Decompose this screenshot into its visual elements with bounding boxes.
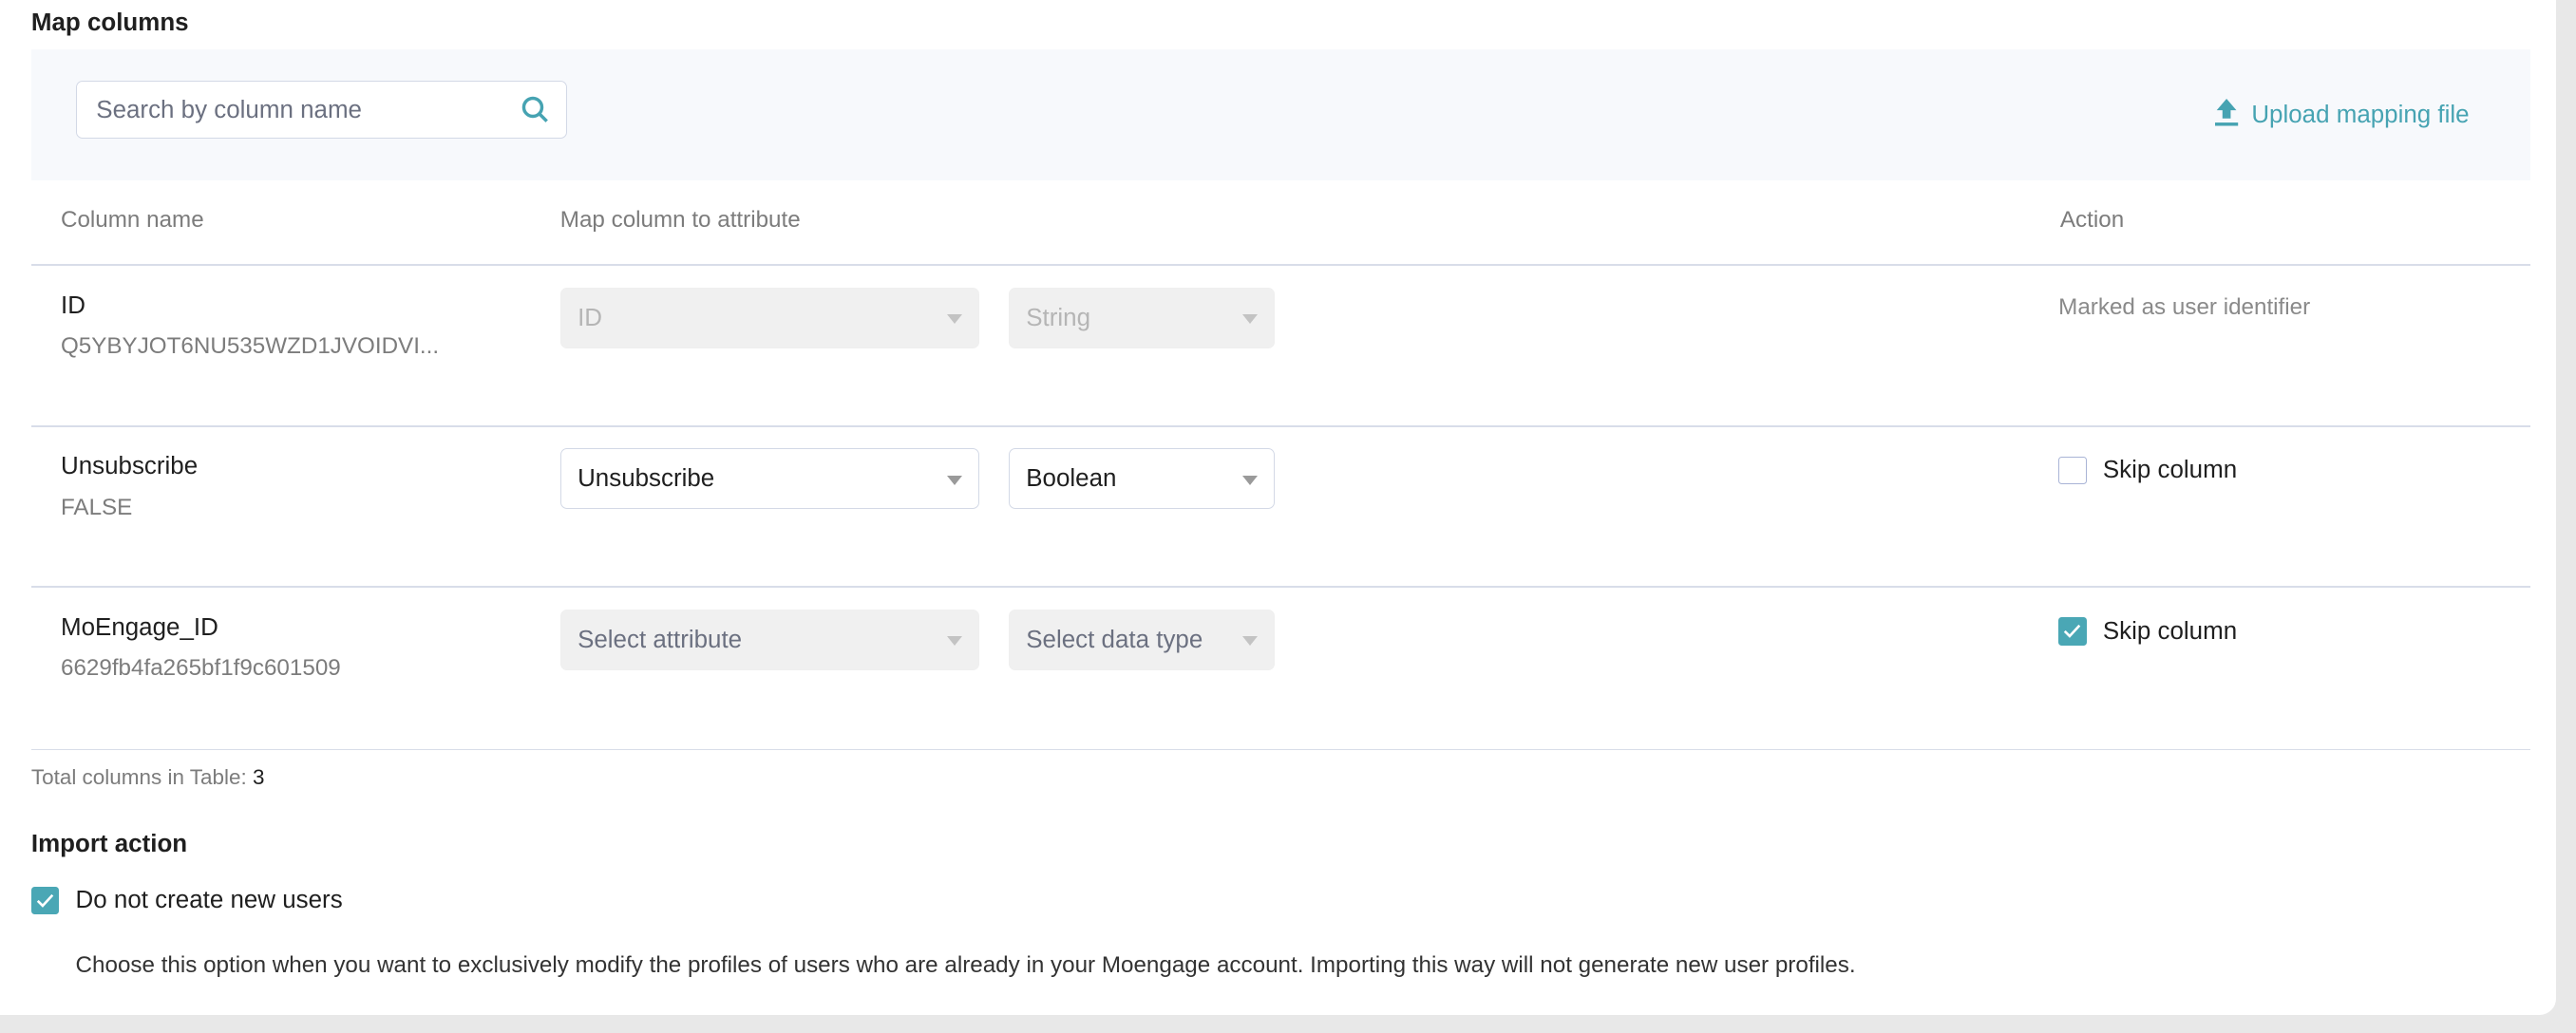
option-label: Do not create new users (76, 887, 343, 914)
check-icon (36, 893, 54, 909)
total-value: 3 (253, 765, 265, 789)
data-type-select: String (1009, 288, 1275, 348)
data-type-value: String (1026, 305, 1090, 331)
skip-column-label: Skip column (2103, 618, 2237, 646)
table-row: ID Q5YBYJOT6NU535WZD1JVOIDVI... ID Strin… (31, 264, 2530, 425)
column-name: MoEngage_ID (61, 614, 218, 642)
search-icon[interactable] (521, 95, 550, 131)
data-type-value: Select data type (1026, 627, 1203, 653)
attribute-value: Unsubscribe (578, 465, 714, 492)
import-action-description: Choose this option when you want to excl… (76, 952, 1856, 979)
chevron-down-icon (947, 314, 962, 324)
attribute-select: Select attribute (560, 610, 979, 670)
checkbox-checked[interactable] (2058, 617, 2086, 645)
toolbar: Upload mapping file (31, 49, 2530, 180)
do-not-create-users-checkbox[interactable]: Do not create new users (31, 887, 343, 914)
data-type-value: Boolean (1026, 465, 1116, 492)
column-name: ID (61, 292, 85, 320)
header-action: Action (2060, 207, 2124, 234)
header-column-name: Column name (61, 207, 204, 234)
chevron-down-icon (947, 636, 962, 646)
chevron-down-icon (947, 476, 962, 485)
skip-column-checkbox[interactable]: Skip column (2058, 457, 2237, 484)
section-title: Map columns (31, 9, 189, 37)
map-columns-card: Map columns Upload mapping file Column n… (0, 0, 2556, 1015)
table-row: Unsubscribe FALSE Unsubscribe Boolean Sk… (31, 425, 2530, 587)
attribute-select[interactable]: Unsubscribe (560, 448, 979, 509)
checkbox-unchecked[interactable] (2058, 457, 2086, 484)
total-label: Total columns in Table: (31, 765, 247, 789)
header-map: Map column to attribute (560, 207, 801, 234)
upload-mapping-file-link[interactable]: Upload mapping file (2215, 99, 2469, 133)
divider (31, 749, 2530, 751)
table-row: MoEngage_ID 6629fb4fa265bf1f9c601509 Sel… (31, 586, 2530, 747)
chevron-down-icon (1242, 314, 1258, 324)
attribute-value: ID (578, 305, 602, 331)
checkbox-checked[interactable] (31, 887, 59, 914)
data-type-select[interactable]: Boolean (1009, 448, 1275, 509)
import-action-title: Import action (31, 831, 187, 858)
user-identifier-note: Marked as user identifier (2058, 294, 2310, 321)
attribute-select: ID (560, 288, 979, 348)
skip-column-checkbox[interactable]: Skip column (2058, 617, 2237, 645)
upload-icon (2215, 99, 2238, 133)
skip-column-label: Skip column (2103, 457, 2237, 484)
column-sample: Q5YBYJOT6NU535WZD1JVOIDVI... (61, 333, 439, 360)
total-columns: Total columns in Table: 3 (31, 765, 265, 790)
chevron-down-icon (1242, 636, 1258, 646)
chevron-down-icon (1242, 476, 1258, 485)
upload-label: Upload mapping file (2251, 102, 2469, 129)
search-input[interactable] (93, 82, 494, 141)
column-sample: FALSE (61, 495, 132, 521)
attribute-value: Select attribute (578, 627, 742, 653)
search-box[interactable] (76, 81, 567, 139)
data-type-select: Select data type (1009, 610, 1275, 670)
column-sample: 6629fb4fa265bf1f9c601509 (61, 655, 341, 682)
column-name: Unsubscribe (61, 453, 198, 480)
check-icon (2063, 624, 2081, 639)
